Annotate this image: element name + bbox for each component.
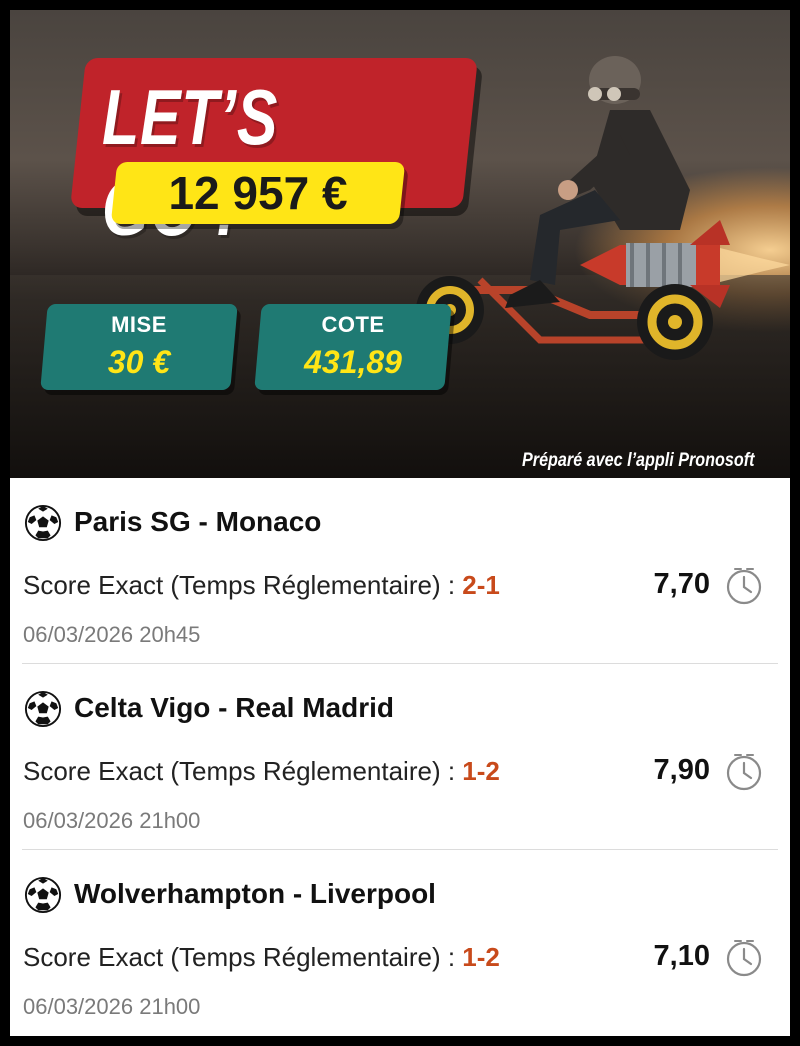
soccer-ball-icon [24,504,62,542]
bet-list: Paris SG - Monaco Score Exact (Temps Rég… [10,478,790,1036]
market-line: Score Exact (Temps Réglementaire) : 1-2 [23,942,500,973]
match-name: Paris SG - Monaco [74,506,322,537]
market-label: Score Exact (Temps Réglementaire) : [23,942,463,972]
promo-banner: LET’S GO ! 12 957 € MISE 30 € COTE 431,8… [10,10,790,478]
market-label: Score Exact (Temps Réglementaire) : [23,570,463,600]
clock-icon [726,940,762,977]
bet-odds: 7,10 [653,940,710,972]
predicted-score: 1-2 [462,942,500,972]
predicted-score: 2-1 [462,570,500,600]
credit-text: Préparé avec l’appli Pronosoft [521,450,754,471]
bet-odds: 7,70 [653,568,710,600]
odds-label: COTE [321,312,385,337]
predicted-score: 1-2 [462,756,500,786]
total-odds-value: 431,89 [304,344,402,380]
match-name: Celta Vigo - Real Madrid [74,692,394,723]
match-date: 06/03/2026 21h00 [23,808,201,833]
bet-odds: 7,90 [653,754,710,786]
soccer-ball-icon [24,876,62,914]
bet-item[interactable]: Paris SG - Monaco Score Exact (Temps Rég… [10,478,790,664]
stake-value: 30 € [107,344,171,380]
bet-item[interactable]: Celta Vigo - Real Madrid Score Exact (Te… [10,664,790,850]
market-label: Score Exact (Temps Réglementaire) : [23,756,463,786]
potential-winnings: 12 957 € [168,167,348,219]
bet-slip-card: LET’S GO ! 12 957 € MISE 30 € COTE 431,8… [10,10,790,1036]
match-date: 06/03/2026 21h00 [23,994,201,1019]
market-line: Score Exact (Temps Réglementaire) : 1-2 [23,756,500,787]
match-date: 06/03/2026 20h45 [23,622,201,647]
soccer-ball-icon [24,690,62,728]
match-name: Wolverhampton - Liverpool [74,878,436,909]
stake-label: MISE [111,312,167,337]
market-line: Score Exact (Temps Réglementaire) : 2-1 [23,570,500,601]
clock-icon [726,568,762,605]
bet-item[interactable]: Wolverhampton - Liverpool Score Exact (T… [10,850,790,1036]
clock-icon [726,754,762,791]
